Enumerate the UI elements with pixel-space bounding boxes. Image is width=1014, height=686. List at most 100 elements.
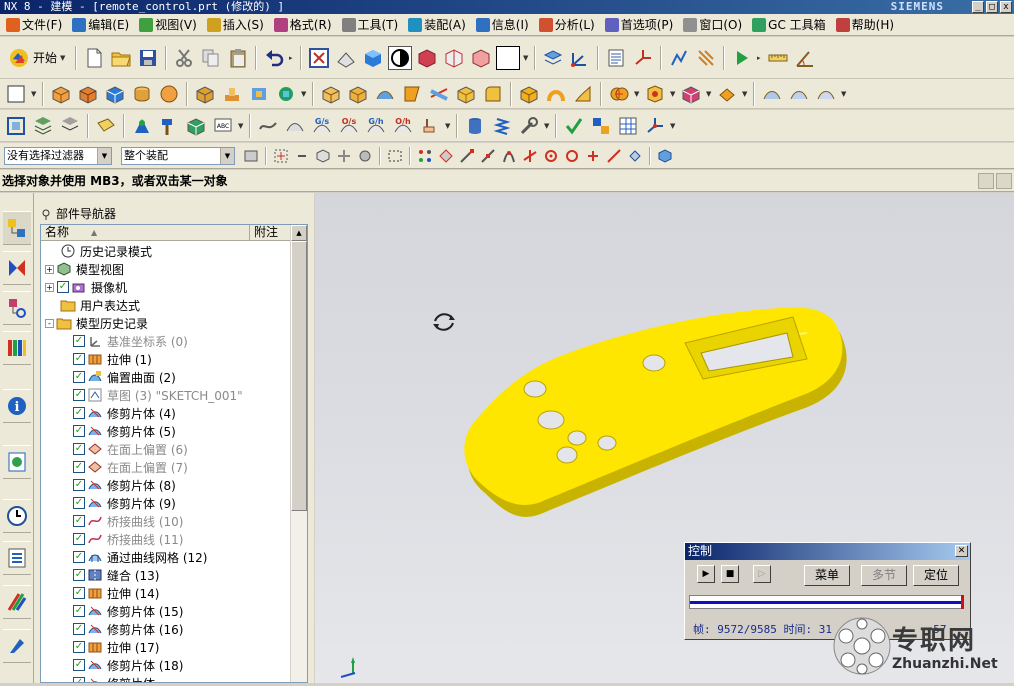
point-on-curve-button[interactable]: [605, 147, 623, 165]
background-button[interactable]: [496, 45, 521, 70]
visibility-checkbox[interactable]: ✓: [73, 587, 85, 599]
cylinder-button[interactable]: [130, 82, 154, 106]
snap-points-button[interactable]: [416, 147, 434, 165]
stack-button[interactable]: [58, 114, 82, 138]
expand-icon[interactable]: +: [45, 282, 54, 292]
block-button[interactable]: [103, 82, 127, 106]
tree-node[interactable]: ✓ 修剪片体 (16): [41, 620, 291, 638]
n-sided-button[interactable]: [814, 82, 838, 106]
status-grid-icon[interactable]: [978, 173, 994, 189]
visibility-checkbox[interactable]: ✓: [73, 461, 85, 473]
boss-button[interactable]: [220, 82, 244, 106]
visibility-checkbox[interactable]: ✓: [73, 371, 85, 383]
datum-plane-button[interactable]: [4, 114, 28, 138]
gear-select-button[interactable]: [356, 147, 374, 165]
motion-button[interactable]: [730, 46, 754, 70]
column-name-header[interactable]: 名称: [45, 225, 69, 240]
snap-settings-button[interactable]: [437, 147, 455, 165]
chevron-down-icon[interactable]: ▼: [31, 90, 37, 98]
tree-node[interactable]: ✓ 修剪片体 (4): [41, 404, 291, 422]
menu-button[interactable]: 菜单: [804, 565, 850, 586]
zebra-button[interactable]: [694, 46, 718, 70]
visibility-checkbox[interactable]: ✓: [73, 623, 85, 635]
minimize-button[interactable]: _: [972, 1, 984, 13]
pad-button[interactable]: [274, 82, 298, 106]
process-studio-tab[interactable]: [3, 585, 31, 619]
locate-button[interactable]: 定位: [913, 565, 959, 586]
visibility-checkbox[interactable]: ✓: [73, 515, 85, 527]
history-tab[interactable]: [3, 499, 31, 533]
menu-item-2[interactable]: 视图(V): [137, 16, 205, 33]
tree-node[interactable]: - 模型历史记录: [41, 314, 291, 332]
intersection-button[interactable]: [521, 147, 539, 165]
chevron-down-icon[interactable]: ▼: [634, 90, 640, 98]
tag-button[interactable]: [94, 114, 118, 138]
visibility-checkbox[interactable]: ✓: [73, 443, 85, 455]
visibility-checkbox[interactable]: ✓: [73, 551, 85, 563]
quadrant-button[interactable]: [563, 147, 581, 165]
tree-node[interactable]: 历史记录模式: [41, 242, 291, 260]
layer-visible-button[interactable]: [541, 46, 565, 70]
view-orient-button[interactable]: [334, 46, 358, 70]
chevron-down-icon[interactable]: ▼: [544, 122, 550, 130]
maximize-button[interactable]: □: [986, 1, 998, 13]
select-all-button[interactable]: [272, 147, 290, 165]
tree-node[interactable]: ✓ 修剪片体: [41, 674, 291, 682]
tree-scrollbar[interactable]: ▲: [290, 225, 307, 682]
section-view-button[interactable]: [415, 46, 439, 70]
clip-section-button[interactable]: [469, 46, 493, 70]
menu-item-4[interactable]: 格式(R): [272, 16, 340, 33]
g-h-button[interactable]: G/h: [364, 114, 388, 138]
spring-button[interactable]: [490, 114, 514, 138]
chevron-down-icon[interactable]: ▼: [841, 90, 847, 98]
expand-icon[interactable]: +: [45, 264, 54, 274]
visibility-checkbox[interactable]: ✓: [73, 533, 85, 545]
extrude-button[interactable]: [49, 82, 73, 106]
tree-node[interactable]: + ✓ 摄像机: [41, 278, 291, 296]
remote-control-part[interactable]: [464, 307, 847, 517]
step-forward-button[interactable]: ▷: [753, 565, 771, 583]
visibility-checkbox[interactable]: ✓: [73, 677, 85, 682]
hammer-button[interactable]: [157, 114, 181, 138]
tree-node[interactable]: ✓ 缝合 (13): [41, 566, 291, 584]
shaded-view-button[interactable]: [361, 46, 385, 70]
split-body-button[interactable]: [427, 82, 451, 106]
wcs-orient-button[interactable]: [631, 46, 655, 70]
menu-item-7[interactable]: 信息(I): [474, 16, 537, 33]
draft-button[interactable]: [454, 82, 478, 106]
pin-icon[interactable]: [40, 208, 52, 220]
through-curves-button[interactable]: [787, 82, 811, 106]
copy-button[interactable]: [199, 46, 223, 70]
menu-item-1[interactable]: 编辑(E): [70, 16, 137, 33]
tree-node[interactable]: ✓ 草图 (3) "SKETCH_001": [41, 386, 291, 404]
trim-body-button[interactable]: [400, 82, 424, 106]
tree-node[interactable]: ✓ 拉伸 (17): [41, 638, 291, 656]
system-materials-tab[interactable]: [3, 541, 31, 575]
wrench-button[interactable]: [517, 114, 541, 138]
new-file-button[interactable]: [82, 46, 106, 70]
chevron-down-icon[interactable]: ▼: [238, 122, 244, 130]
instance-button[interactable]: [715, 82, 739, 106]
collapse-icon[interactable]: -: [45, 318, 54, 328]
scroll-thumb[interactable]: [291, 241, 307, 511]
tree-node[interactable]: ✓ 偏置曲面 (2): [41, 368, 291, 386]
shaded-cube-select-button[interactable]: [656, 147, 674, 165]
visibility-checkbox[interactable]: ✓: [73, 407, 85, 419]
thicken-button[interactable]: [373, 82, 397, 106]
g-s-button[interactable]: G/s: [310, 114, 334, 138]
menu-item-10[interactable]: 窗口(O): [681, 16, 750, 33]
constraint-navigator-tab[interactable]: [3, 251, 31, 285]
offset-button[interactable]: [346, 82, 370, 106]
chevron-down-icon[interactable]: ▼: [301, 90, 307, 98]
part-navigator-tab[interactable]: [3, 291, 31, 325]
chevron-down-icon[interactable]: ▼: [706, 90, 712, 98]
cylinder-db-button[interactable]: [463, 114, 487, 138]
close-button[interactable]: x: [1000, 1, 1012, 13]
visibility-checkbox[interactable]: ✓: [73, 335, 85, 347]
open-file-button[interactable]: [109, 46, 133, 70]
grid-table-button[interactable]: [616, 114, 640, 138]
snap-move-button[interactable]: [335, 147, 353, 165]
tree-node[interactable]: ✓ 通过曲线网格 (12): [41, 548, 291, 566]
tree-node[interactable]: ✓ 拉伸 (1): [41, 350, 291, 368]
assembly-check-button[interactable]: [589, 114, 613, 138]
